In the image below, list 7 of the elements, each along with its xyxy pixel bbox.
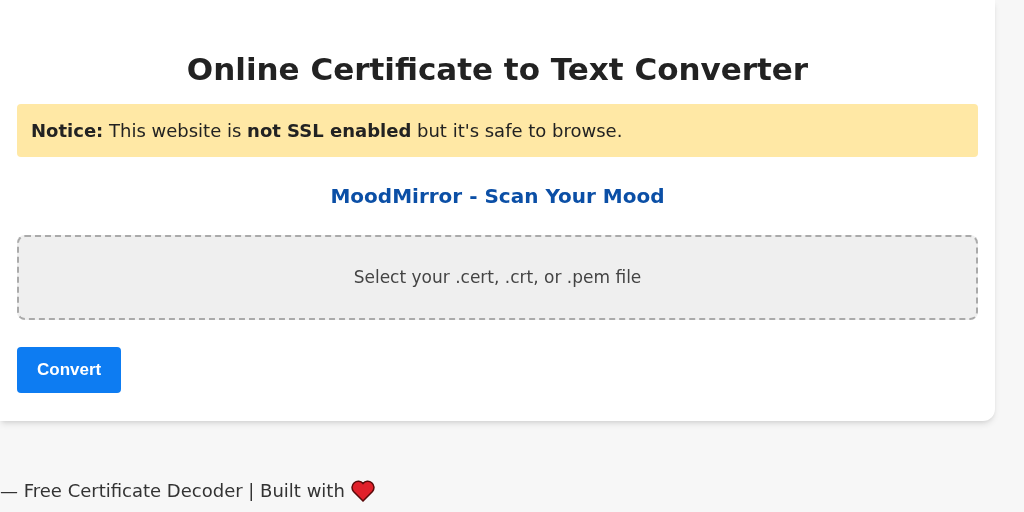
page-title: Online Certificate to Text Converter: [186, 50, 809, 89]
heart-icon: [350, 479, 375, 502]
convert-button[interactable]: Convert: [17, 346, 122, 393]
promo-link[interactable]: MoodMirror - Scan Your Mood: [330, 180, 665, 211]
footer-text: — Free Certificate Decoder | Built with: [0, 479, 345, 503]
file-drop-zone[interactable]: Select your .cert, .crt, or .pem file: [17, 234, 978, 320]
notice-banner: Notice: This website is not SSL enabled but it's safe to browse.: [17, 103, 978, 157]
